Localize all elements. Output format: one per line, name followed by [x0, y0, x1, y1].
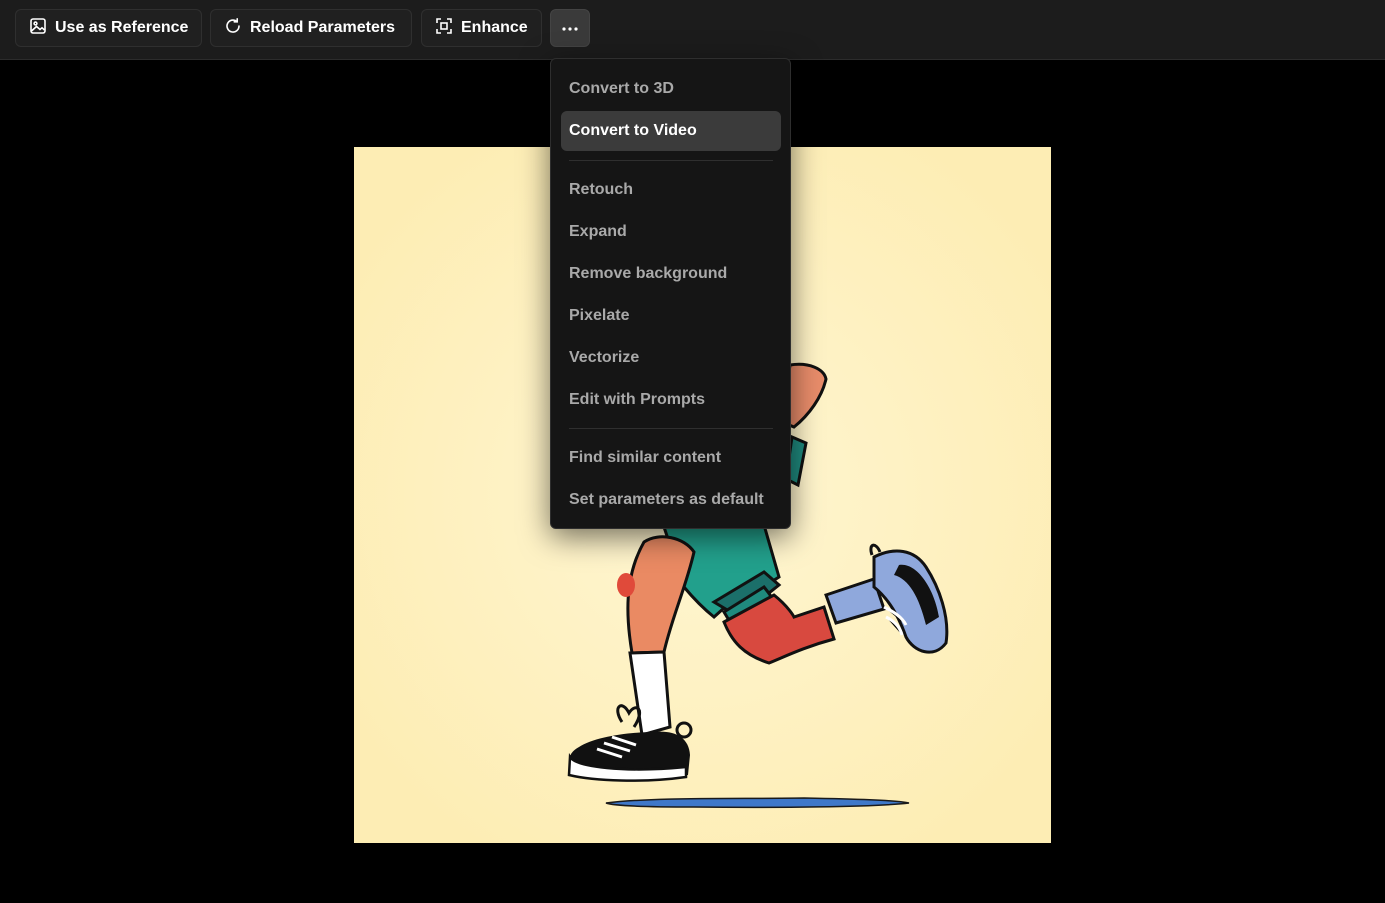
use-as-reference-button[interactable]: Use as Reference: [15, 9, 202, 47]
more-options-button[interactable]: [550, 9, 590, 47]
top-toolbar: Use as Reference Reload Parameters Enhan…: [0, 0, 1385, 60]
reload-icon: [224, 17, 242, 40]
menu-item-label: Convert to 3D: [569, 80, 674, 97]
menu-item-find-similar-content[interactable]: Find similar content: [561, 438, 781, 478]
menu-item-pixelate[interactable]: Pixelate: [561, 296, 781, 336]
menu-item-label: Expand: [569, 223, 627, 240]
menu-item-convert-to-3d[interactable]: Convert to 3D: [561, 69, 781, 109]
menu-item-remove-background[interactable]: Remove background: [561, 254, 781, 294]
reload-parameters-label: Reload Parameters: [250, 19, 395, 36]
enhance-button[interactable]: Enhance: [421, 9, 542, 47]
menu-item-label: Find similar content: [569, 449, 722, 466]
use-as-reference-label: Use as Reference: [55, 19, 189, 36]
menu-item-label: Convert to Video: [569, 122, 697, 139]
more-options-menu: Convert to 3D Convert to Video Retouch E…: [550, 58, 791, 529]
menu-item-label: Set parameters as default: [569, 491, 764, 508]
enhance-frame-icon: [435, 17, 453, 40]
menu-item-vectorize[interactable]: Vectorize: [561, 338, 781, 378]
menu-item-edit-with-prompts[interactable]: Edit with Prompts: [561, 380, 781, 420]
menu-item-label: Edit with Prompts: [569, 391, 705, 408]
enhance-label: Enhance: [461, 19, 528, 36]
menu-item-set-parameters-as-default[interactable]: Set parameters as default: [561, 480, 781, 520]
image-icon: [29, 17, 47, 40]
ellipsis-icon: [561, 19, 579, 37]
menu-item-label: Remove background: [569, 265, 728, 282]
reload-parameters-button[interactable]: Reload Parameters: [210, 9, 412, 47]
menu-item-label: Vectorize: [569, 349, 640, 366]
menu-item-convert-to-video[interactable]: Convert to Video: [561, 111, 781, 151]
menu-item-label: Retouch: [569, 181, 633, 198]
menu-item-retouch[interactable]: Retouch: [561, 170, 781, 210]
menu-item-label: Pixelate: [569, 307, 630, 324]
menu-item-expand[interactable]: Expand: [561, 212, 781, 252]
menu-divider: [569, 160, 773, 161]
menu-divider: [569, 428, 773, 429]
